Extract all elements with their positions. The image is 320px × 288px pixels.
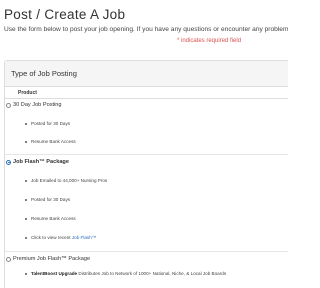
feature-text: Posted for 30 Days <box>31 197 71 202</box>
recent-job-flash-link[interactable]: Job Flash™ <box>72 234 97 241</box>
option-premium-job-flash-package[interactable]: Premium Job Flash™ Package <box>5 254 288 264</box>
bullet-icon <box>25 122 27 125</box>
column-divider <box>5 98 288 99</box>
intro-text: Use the form below to post your job open… <box>4 26 288 33</box>
feature-text: Posted for 30 Days <box>31 121 71 126</box>
feature-text: Job Emailed to 44,000+ Nursing Pros <box>31 178 108 183</box>
feature-text: Resume Bank Access <box>31 216 76 221</box>
feature-item: Click to view recent Job Flash™ <box>25 234 96 241</box>
bullet-icon <box>25 217 27 220</box>
radio-30-day-job-posting[interactable] <box>6 102 11 108</box>
option-job-flash-package[interactable]: Job Flash™ Package <box>5 157 288 167</box>
product-column-header: Product <box>18 90 37 96</box>
feature-text: Click to view recent <box>31 235 72 240</box>
row-divider <box>5 251 288 252</box>
feature-item: Posted for 30 Days <box>25 196 70 203</box>
feature-item: Resume Bank Access <box>25 138 76 145</box>
page-title: Post / Create A Job <box>4 7 126 22</box>
feature-item: Posted for 30 Days <box>25 120 70 127</box>
feature-item: Resume Bank Access <box>25 215 76 222</box>
post-job-page: Post / Create A Job Use the form below t… <box>0 0 288 288</box>
bullet-icon <box>25 236 27 239</box>
option-label: Job Flash™ Package <box>13 159 69 165</box>
panel-title: Type of Job Posting <box>11 69 77 78</box>
bullet-icon <box>25 140 27 143</box>
row-divider <box>5 154 288 155</box>
feature-text: Distributes Job to Network of 1000+ Nati… <box>77 271 227 276</box>
bullet-icon <box>25 179 27 182</box>
option-label: 30 Day Job Posting <box>13 102 62 108</box>
radio-premium-job-flash-package[interactable] <box>6 256 11 262</box>
option-label: Premium Job Flash™ Package <box>13 256 91 262</box>
talentboost-label: TalentBoost Upgrade <box>31 271 78 276</box>
feature-item: TalentBoost Upgrade Distributes Job to N… <box>25 270 226 277</box>
feature-item: Job Emailed to 44,000+ Nursing Pros <box>25 177 107 184</box>
bullet-icon <box>25 272 27 275</box>
panel-header: Type of Job Posting <box>5 61 288 87</box>
feature-text: Resume Bank Access <box>31 139 76 144</box>
required-field-note: * indicates required field <box>177 38 242 44</box>
option-30-day-job-posting[interactable]: 30 Day Job Posting <box>5 100 288 110</box>
bullet-icon <box>25 198 27 201</box>
radio-job-flash-package[interactable] <box>6 159 11 165</box>
job-posting-type-panel: Type of Job Posting Product 30 Day Job P… <box>4 60 288 288</box>
